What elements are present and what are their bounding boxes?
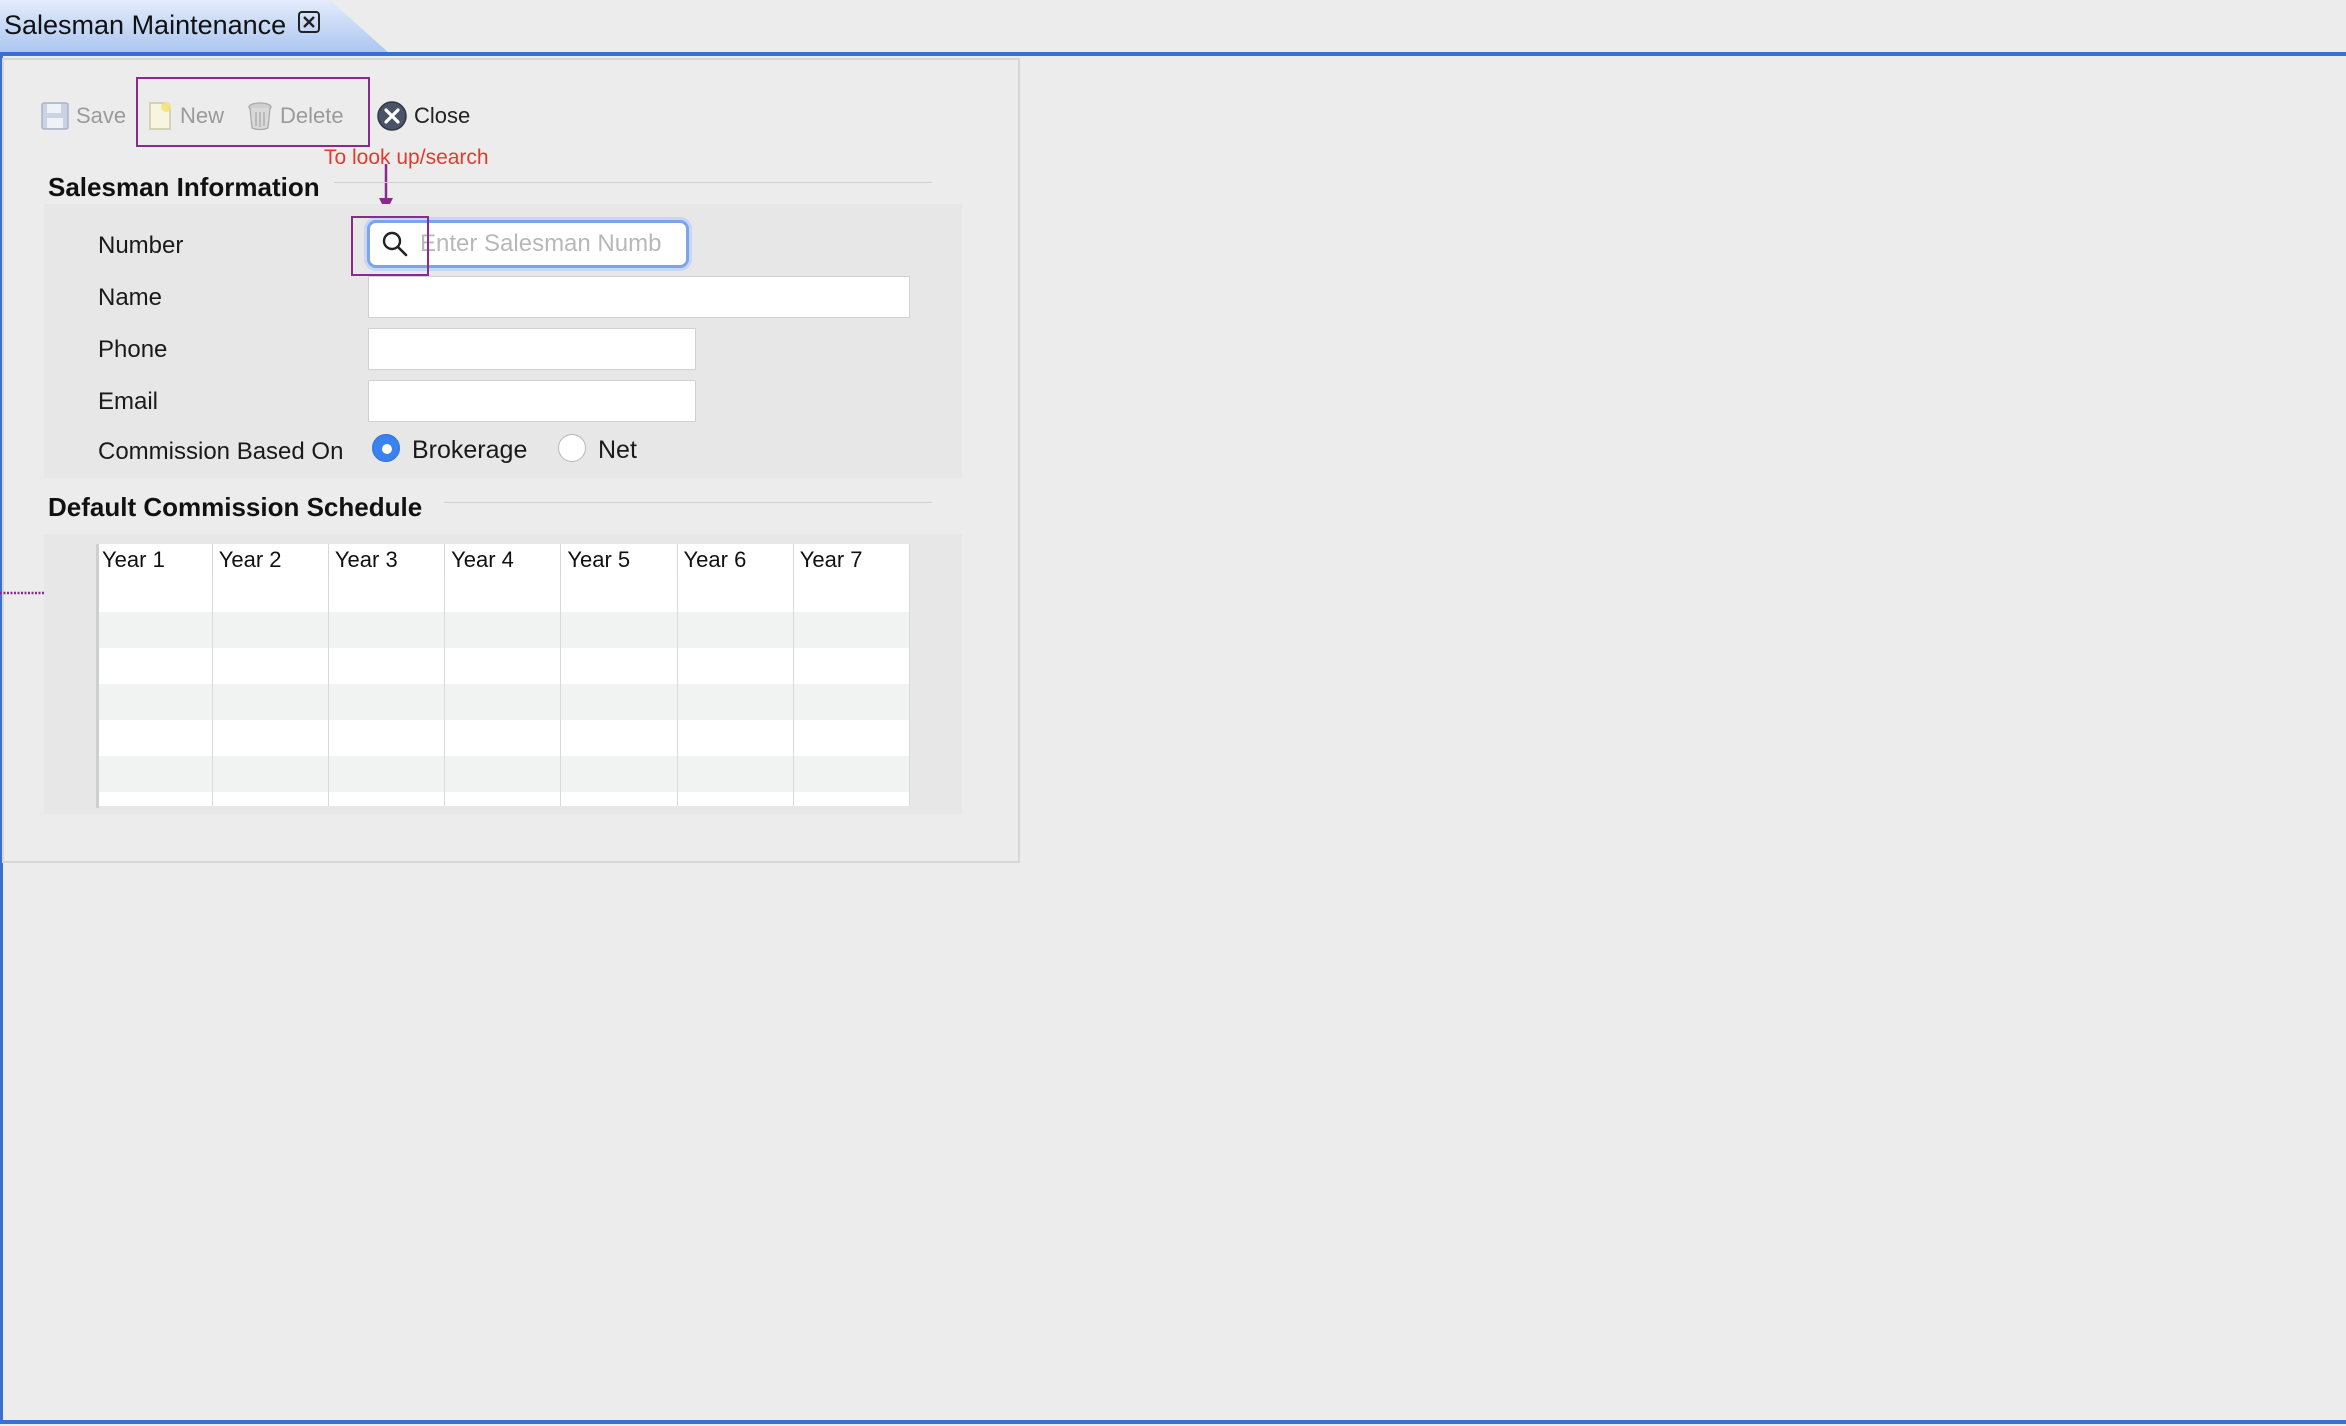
table-cell[interactable] — [444, 648, 562, 684]
tab-title: Salesman Maintenance — [4, 10, 287, 40]
table-cell[interactable] — [328, 756, 446, 792]
table-header-row: Year 1 Year 2 Year 3 Year 4 Year 5 Year … — [96, 544, 911, 576]
table-cell[interactable] — [793, 684, 911, 720]
table-cell[interactable] — [560, 684, 678, 720]
phone-field[interactable] — [368, 328, 696, 370]
table-cell[interactable] — [212, 612, 329, 648]
save-button-label: Save — [76, 103, 127, 128]
table-cell[interactable] — [212, 720, 329, 756]
table-cell[interactable] — [793, 612, 911, 648]
table-row[interactable] — [96, 648, 911, 684]
table-cell[interactable] — [793, 720, 911, 756]
radio-net-label[interactable]: Net — [598, 436, 637, 465]
table-cell[interactable] — [212, 576, 329, 612]
commission-schedule-table: Year 1 Year 2 Year 3 Year 4 Year 5 Year … — [96, 544, 911, 806]
table-cell[interactable] — [677, 756, 794, 792]
table-cell[interactable] — [96, 612, 213, 648]
commission-based-on-label: Commission Based On — [98, 438, 344, 465]
radio-net[interactable] — [558, 434, 586, 462]
table-row[interactable] — [96, 576, 911, 612]
section-divider — [334, 182, 932, 183]
table-cell[interactable] — [212, 648, 329, 684]
section-title-commission-schedule: Default Commission Schedule — [48, 492, 423, 522]
table-row[interactable] — [96, 612, 911, 648]
table-cell[interactable] — [96, 648, 213, 684]
annotation-box-toolbar — [136, 77, 370, 147]
number-label: Number — [98, 232, 184, 259]
column-header-year-7[interactable]: Year 7 — [793, 544, 911, 576]
table-cell[interactable] — [560, 720, 678, 756]
table-cell[interactable] — [677, 792, 794, 806]
table-cell[interactable] — [793, 648, 911, 684]
table-cell[interactable] — [212, 792, 329, 806]
table-cell[interactable] — [328, 576, 446, 612]
table-cell[interactable] — [444, 612, 562, 648]
phone-label: Phone — [98, 336, 168, 363]
table-row[interactable] — [96, 720, 911, 756]
table-cell[interactable] — [793, 576, 911, 612]
table-left-edge — [96, 544, 99, 808]
table-cell[interactable] — [444, 792, 562, 806]
table-row[interactable] — [96, 756, 911, 792]
column-header-year-2[interactable]: Year 2 — [212, 544, 329, 576]
close-button-label: Close — [414, 103, 471, 128]
column-header-year-4[interactable]: Year 4 — [444, 544, 562, 576]
radio-brokerage-label[interactable]: Brokerage — [412, 436, 527, 465]
column-header-year-5[interactable]: Year 5 — [560, 544, 678, 576]
table-cell[interactable] — [96, 792, 213, 806]
table-cell[interactable] — [96, 720, 213, 756]
close-circle-icon — [377, 101, 407, 131]
window-bottom-border — [0, 1420, 2346, 1424]
table-cell[interactable] — [560, 756, 678, 792]
table-cell[interactable] — [560, 612, 678, 648]
name-field[interactable] — [368, 276, 910, 318]
salesman-number-input[interactable] — [420, 229, 672, 259]
table-cell[interactable] — [328, 648, 446, 684]
table-cell[interactable] — [677, 612, 794, 648]
tab-underline — [0, 52, 2346, 56]
table-row[interactable] — [96, 792, 911, 806]
annotation-lookup-note: To look up/search — [324, 146, 489, 169]
table-cell[interactable] — [444, 684, 562, 720]
save-button[interactable]: Save — [40, 98, 126, 134]
table-cell[interactable] — [560, 792, 678, 806]
column-header-year-1[interactable]: Year 1 — [96, 544, 213, 576]
table-cell[interactable] — [444, 756, 562, 792]
section-divider — [444, 502, 932, 503]
column-header-year-3[interactable]: Year 3 — [328, 544, 446, 576]
table-cell[interactable] — [328, 792, 446, 806]
table-cell[interactable] — [560, 576, 678, 612]
email-label: Email — [98, 388, 159, 415]
save-icon — [41, 102, 69, 130]
table-cell[interactable] — [677, 648, 794, 684]
table-cell[interactable] — [328, 720, 446, 756]
table-cell[interactable] — [560, 648, 678, 684]
table-cell[interactable] — [677, 720, 794, 756]
table-cell[interactable] — [677, 576, 794, 612]
close-button[interactable]: Close — [376, 98, 470, 134]
section-title-salesman-info: Salesman Information — [48, 172, 320, 202]
table-cell[interactable] — [328, 684, 446, 720]
table-cell[interactable] — [212, 684, 329, 720]
close-tab-icon[interactable] — [296, 9, 322, 35]
table-cell[interactable] — [677, 684, 794, 720]
table-cell[interactable] — [328, 612, 446, 648]
table-cell[interactable] — [793, 792, 911, 806]
name-label: Name — [98, 284, 163, 311]
email-field[interactable] — [368, 380, 696, 422]
table-cell[interactable] — [96, 756, 213, 792]
table-cell[interactable] — [96, 684, 213, 720]
table-cell[interactable] — [444, 720, 562, 756]
column-header-year-6[interactable]: Year 6 — [677, 544, 794, 576]
annotation-box-search — [351, 216, 429, 276]
table-row[interactable] — [96, 684, 911, 720]
table-cell[interactable] — [212, 756, 329, 792]
table-cell[interactable] — [96, 576, 213, 612]
table-cell[interactable] — [444, 576, 562, 612]
table-cell[interactable] — [793, 756, 911, 792]
radio-brokerage[interactable] — [372, 434, 400, 462]
